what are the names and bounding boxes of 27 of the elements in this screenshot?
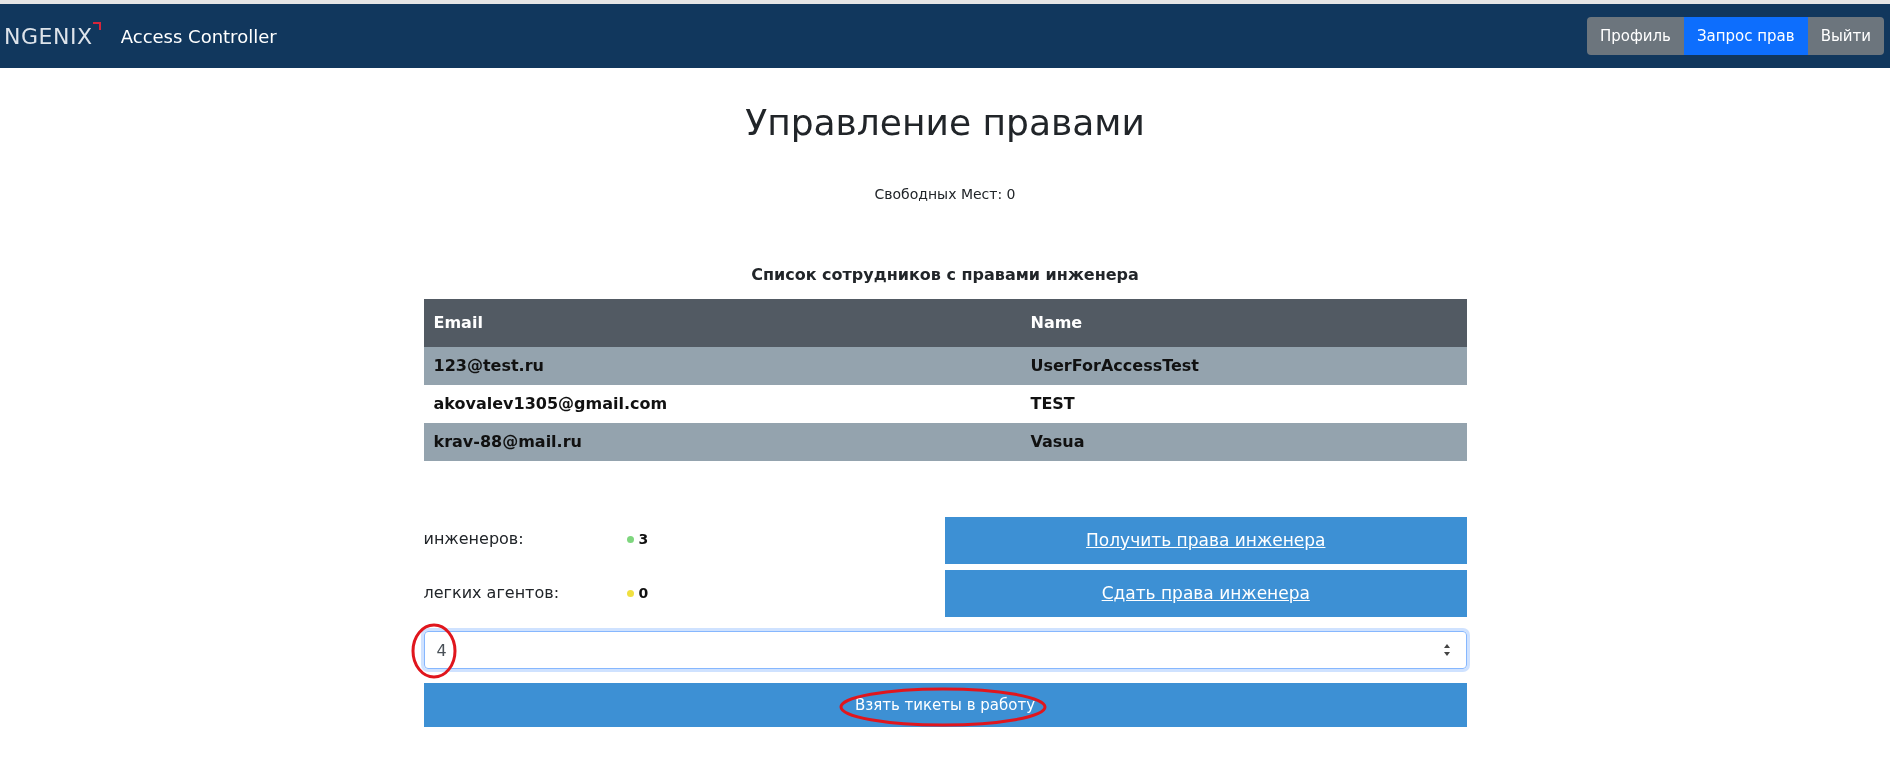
table-cell: 123@test.ru bbox=[423, 347, 1021, 385]
counter-label: легких агентов: bbox=[423, 582, 561, 604]
rights-button[interactable]: Сдать права инженера bbox=[945, 570, 1467, 617]
page-title: Управление правами bbox=[744, 101, 1146, 145]
corner-mark-icon bbox=[92, 21, 101, 30]
counter-value: 3 bbox=[638, 529, 649, 549]
app-title: Access Controller bbox=[120, 24, 277, 49]
annotation-circle bbox=[410, 623, 457, 679]
logo-text: NGENIX bbox=[4, 22, 93, 51]
counter-value: 0 bbox=[638, 583, 649, 603]
table-caption: Список сотрудников с правами инженера bbox=[750, 264, 1140, 286]
table-cell: Vasua bbox=[1020, 423, 1467, 461]
spinner-arrows-icon[interactable] bbox=[1442, 643, 1451, 657]
number-field[interactable]: 4 bbox=[423, 631, 1467, 669]
nav-button[interactable]: Профиль bbox=[1586, 17, 1684, 55]
free-seats-text: Свободных Мест: 0 bbox=[873, 185, 1017, 204]
nav-button[interactable]: Выйти bbox=[1807, 17, 1884, 55]
nav-button[interactable]: Запрос прав bbox=[1683, 17, 1808, 55]
table-cell: UserForAccessTest bbox=[1020, 347, 1467, 385]
counter-label: инженеров: bbox=[423, 528, 525, 550]
column-header: Name bbox=[1020, 299, 1467, 347]
table-cell: TEST bbox=[1020, 385, 1467, 423]
table-cell: krav-88@mail.ru bbox=[423, 423, 1021, 461]
rights-button[interactable]: Получить права инженера bbox=[945, 517, 1467, 564]
table-cell: akovalev1305@gmail.com bbox=[423, 385, 1021, 423]
column-header: Email bbox=[423, 299, 1021, 347]
take-tickets-button[interactable]: Взять тикеты в работу bbox=[423, 683, 1467, 727]
